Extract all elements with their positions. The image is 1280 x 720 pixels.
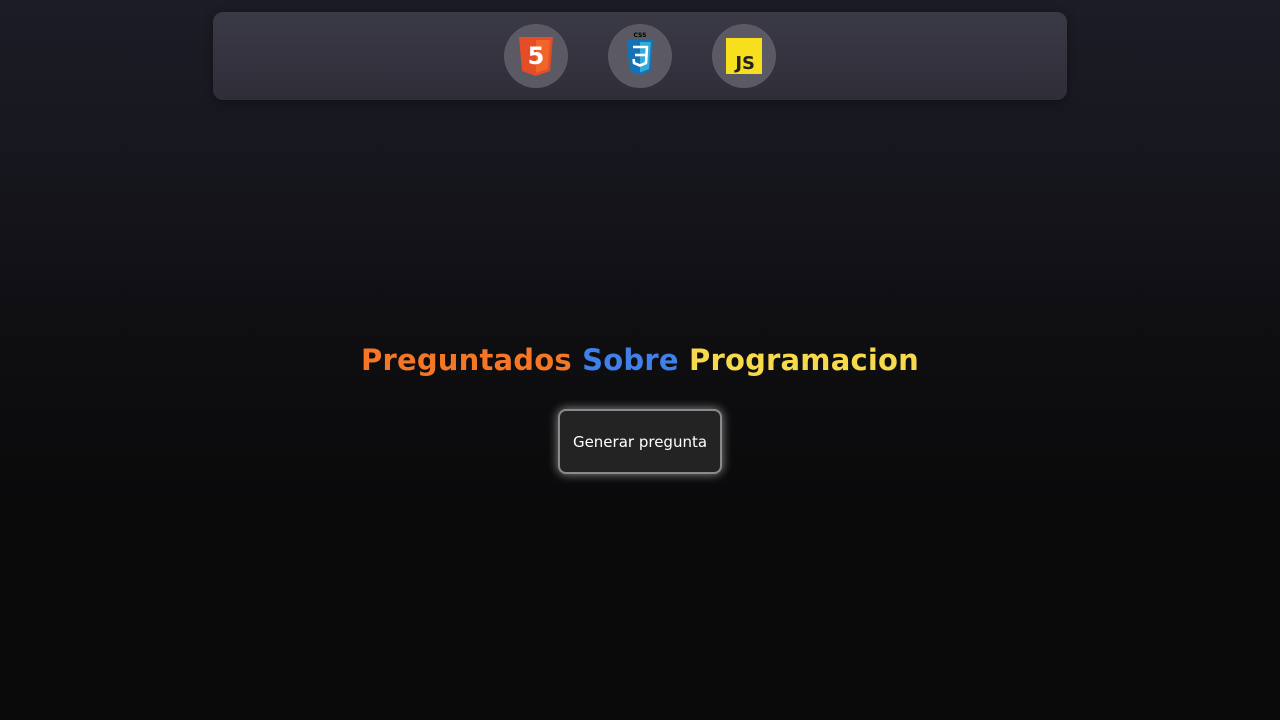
svg-text:CSS: CSS	[634, 32, 647, 39]
title-word-programacion: Programacion	[689, 343, 919, 377]
generate-question-button[interactable]: Generar pregunta	[558, 409, 722, 474]
html5-logo: 5	[519, 37, 553, 76]
title-word-sobre: Sobre	[582, 343, 679, 377]
css3-logo: CSS	[627, 32, 653, 75]
page-title: Preguntados Sobre Programacion	[0, 343, 1280, 377]
tech-nav-bar: 5 CSS JS	[213, 12, 1067, 100]
svg-text:JS: JS	[733, 53, 755, 74]
svg-text:5: 5	[528, 42, 545, 70]
javascript-icon[interactable]: JS	[712, 24, 776, 88]
css3-icon[interactable]: CSS	[608, 24, 672, 88]
javascript-logo: JS	[726, 38, 762, 74]
title-word-preguntados: Preguntados	[361, 343, 572, 377]
html5-icon[interactable]: 5	[504, 24, 568, 88]
